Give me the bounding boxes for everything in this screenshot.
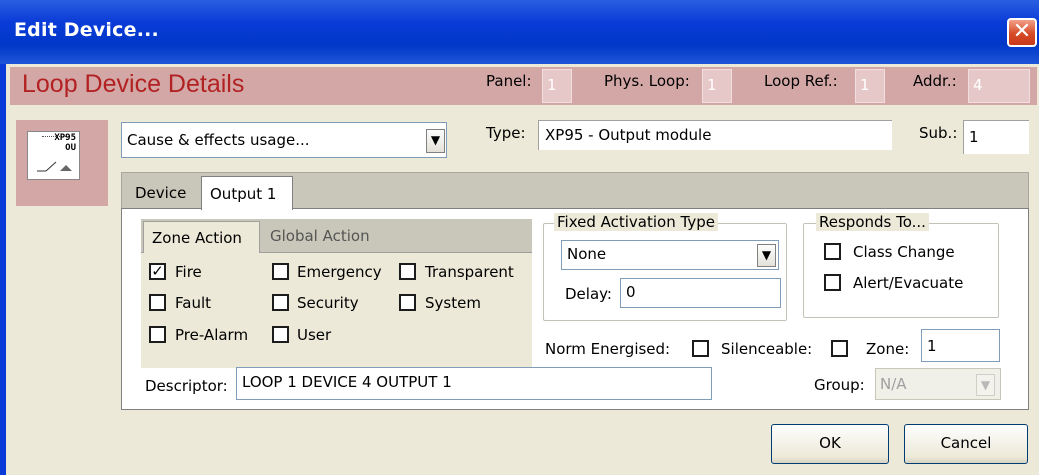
type-field: XP95 - Output module <box>538 120 892 150</box>
delay-input[interactable]: 0 <box>620 278 781 308</box>
activation-type-value: None <box>567 245 607 263</box>
fault-label: Fault <box>175 294 211 312</box>
sub-field: 1 <box>963 120 1029 154</box>
system-label: System <box>425 294 481 312</box>
emergency-checkbox[interactable] <box>272 263 289 280</box>
tab-device[interactable]: Device <box>127 176 199 208</box>
user-label: User <box>297 326 332 344</box>
chevron-down-icon: ▼ <box>430 133 441 147</box>
fire-checkbox[interactable]: ✓ <box>149 263 166 280</box>
tab-global-action[interactable]: Global Action <box>262 221 402 251</box>
pre-alarm-checkbox[interactable] <box>149 326 166 343</box>
loop-ref-label: Loop Ref.: <box>764 72 838 90</box>
close-icon: ✕ <box>1012 19 1032 44</box>
panel-field: 1 <box>542 69 572 103</box>
addr-field: 4 <box>968 69 1030 103</box>
ok-button[interactable]: OK <box>771 424 889 464</box>
descriptor-label: Descriptor: <box>145 377 228 395</box>
fault-checkbox[interactable] <box>149 294 166 311</box>
usage-dropdown-button[interactable]: ▼ <box>426 129 445 153</box>
system-checkbox[interactable] <box>399 294 416 311</box>
fire-label: Fire <box>175 263 202 281</box>
sub-label: Sub.: <box>919 124 958 142</box>
group-dropdown-button[interactable]: ▼ <box>976 374 995 396</box>
type-label: Type: <box>486 124 526 142</box>
icon-text-1: XP95 <box>54 133 76 143</box>
user-checkbox[interactable] <box>272 326 289 343</box>
group-value: N/A <box>880 375 907 393</box>
usage-dropdown-value: Cause & effects usage... <box>127 131 310 149</box>
class-change-label: Class Change <box>853 243 955 261</box>
usage-dropdown[interactable]: Cause & effects usage... <box>121 122 447 158</box>
phys-loop-field: 1 <box>702 69 732 103</box>
responds-to-title: Responds To... <box>816 213 929 231</box>
alert-evacuate-checkbox[interactable] <box>824 274 841 291</box>
panel-label: Panel: <box>486 72 532 90</box>
security-checkbox[interactable] <box>272 294 289 311</box>
transparent-label: Transparent <box>425 263 514 281</box>
class-change-checkbox[interactable] <box>824 243 841 260</box>
group-label: Group: <box>814 376 865 394</box>
norm-energised-checkbox[interactable] <box>692 340 709 357</box>
icon-text-2: OU <box>65 143 76 153</box>
descriptor-input[interactable]: LOOP 1 DEVICE 4 OUTPUT 1 <box>236 367 712 400</box>
transparent-checkbox[interactable] <box>399 263 416 280</box>
tab-zone-action[interactable]: Zone Action <box>143 221 260 253</box>
security-label: Security <box>297 294 359 312</box>
responds-to-group <box>803 223 999 318</box>
cancel-button[interactable]: Cancel <box>904 424 1028 464</box>
delay-label: Delay: <box>565 285 612 303</box>
emergency-label: Emergency <box>297 263 382 281</box>
xp95-output-module-icon: XP95 OU <box>27 131 80 180</box>
phys-loop-label: Phys. Loop: <box>604 72 690 90</box>
activation-type-dropdown-button[interactable]: ▼ <box>757 244 776 267</box>
addr-label: Addr.: <box>913 72 957 90</box>
silenceable-checkbox[interactable] <box>831 340 848 357</box>
loop-ref-field: 1 <box>855 69 885 103</box>
zone-input[interactable]: 1 <box>921 329 1000 362</box>
silenceable-label: Silenceable: <box>721 340 813 358</box>
chevron-down-icon: ▼ <box>980 378 991 392</box>
switch-symbol-icon <box>37 161 72 172</box>
zone-label: Zone: <box>866 340 910 358</box>
window-title: Edit Device... <box>14 19 159 41</box>
norm-energised-label: Norm Energised: <box>545 340 671 358</box>
alert-evacuate-label: Alert/Evacuate <box>853 274 964 292</box>
fixed-activation-title: Fixed Activation Type <box>554 213 718 231</box>
page-title: Loop Device Details <box>22 70 245 98</box>
tab-output-1[interactable]: Output 1 <box>201 176 293 210</box>
close-button[interactable]: ✕ <box>1007 18 1037 47</box>
check-icon: ✓ <box>151 262 164 280</box>
chevron-down-icon: ▼ <box>761 248 772 262</box>
pre-alarm-label: Pre-Alarm <box>175 326 249 344</box>
activation-type-dropdown[interactable]: None <box>561 240 779 270</box>
